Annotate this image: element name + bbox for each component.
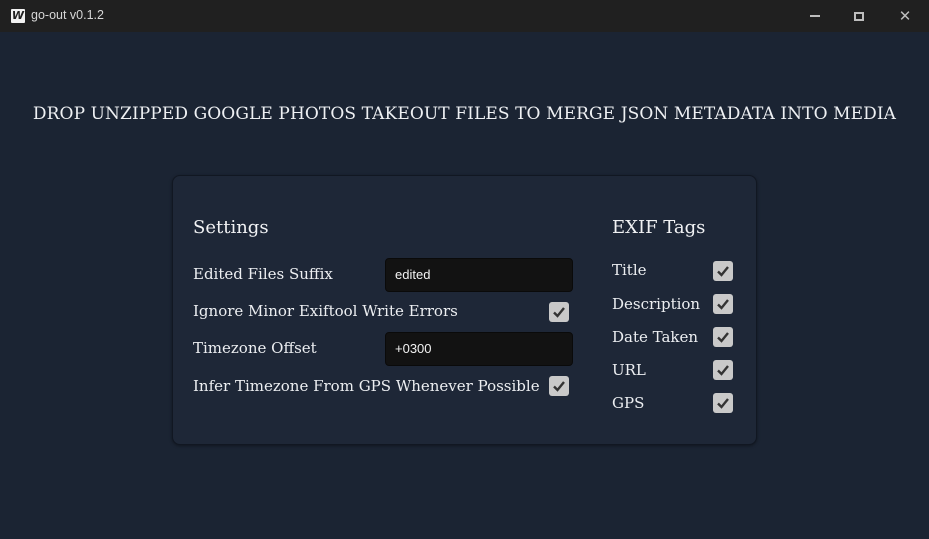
minimize-icon bbox=[810, 15, 820, 17]
exif-tag-title-checkbox[interactable] bbox=[713, 261, 733, 281]
close-icon: ✕ bbox=[898, 6, 912, 25]
app-logo-icon: W bbox=[11, 9, 25, 23]
title-bar: W go-out v0.1.2 ✕ bbox=[0, 0, 929, 32]
exif-tag-description-label: Description bbox=[612, 295, 701, 313]
maximize-icon bbox=[854, 11, 864, 21]
maximize-button[interactable] bbox=[836, 0, 882, 32]
infer-timezone-checkbox[interactable] bbox=[549, 376, 569, 396]
timezone-offset-input[interactable]: +0300 bbox=[385, 332, 573, 366]
exif-tag-title-label: Title bbox=[612, 261, 647, 279]
timezone-offset-label: Timezone Offset bbox=[193, 339, 317, 357]
checkmark-icon bbox=[717, 266, 729, 277]
exif-tags-heading: EXIF Tags bbox=[612, 217, 706, 238]
edited-suffix-input[interactable]: edited bbox=[385, 258, 573, 292]
checkmark-icon bbox=[717, 365, 729, 376]
exif-tag-gps-label: GPS bbox=[612, 394, 645, 412]
ignore-errors-checkbox[interactable] bbox=[549, 302, 569, 322]
exif-tag-date-taken-checkbox[interactable] bbox=[713, 327, 733, 347]
edited-suffix-label: Edited Files Suffix bbox=[193, 265, 333, 283]
drop-zone-instructions[interactable]: DROP UNZIPPED GOOGLE PHOTOS TAKEOUT FILE… bbox=[0, 104, 929, 124]
infer-timezone-label: Infer Timezone From GPS Whenever Possibl… bbox=[193, 377, 540, 395]
window-title: go-out v0.1.2 bbox=[31, 8, 104, 22]
settings-heading: Settings bbox=[193, 217, 269, 238]
settings-panel: Settings Edited Files Suffix edited Igno… bbox=[172, 175, 757, 445]
exif-tag-description-checkbox[interactable] bbox=[713, 294, 733, 314]
checkmark-icon bbox=[553, 381, 565, 392]
exif-tag-date-taken-label: Date Taken bbox=[612, 328, 699, 346]
exif-tag-url-checkbox[interactable] bbox=[713, 360, 733, 380]
ignore-errors-label: Ignore Minor Exiftool Write Errors bbox=[193, 302, 458, 320]
checkmark-icon bbox=[553, 307, 565, 318]
exif-tag-url-label: URL bbox=[612, 361, 646, 379]
exif-tag-gps-checkbox[interactable] bbox=[713, 393, 733, 413]
checkmark-icon bbox=[717, 332, 729, 343]
close-button[interactable]: ✕ bbox=[882, 0, 928, 32]
checkmark-icon bbox=[717, 299, 729, 310]
minimize-button[interactable] bbox=[792, 0, 838, 32]
checkmark-icon bbox=[717, 398, 729, 409]
